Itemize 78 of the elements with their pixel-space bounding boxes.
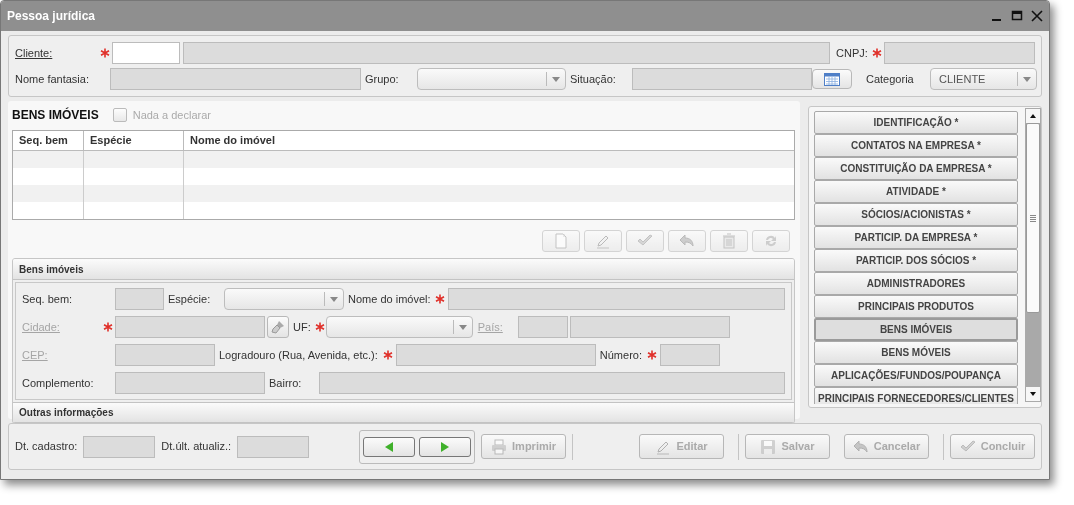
printer-icon: [491, 438, 508, 455]
text-field[interactable]: [115, 344, 215, 366]
text-field[interactable]: [632, 68, 812, 90]
nav-button[interactable]: PARTICIP. DA EMPRESA *: [814, 226, 1018, 249]
section-header[interactable]: Bens imóveis: [13, 259, 794, 280]
nav-button[interactable]: BENS IMÓVEIS: [814, 318, 1018, 341]
scroll-up-icon[interactable]: [1026, 109, 1040, 123]
field-label: Dt. cadastro:: [15, 439, 78, 455]
nav-button[interactable]: PARTICIP. DOS SÓCIOS *: [814, 249, 1018, 272]
trash-icon: [721, 233, 737, 249]
field-label: Número:: [599, 347, 642, 363]
nav-button[interactable]: CONTATOS NA EMPRESA *: [814, 134, 1018, 157]
close-icon[interactable]: [1031, 10, 1043, 22]
text-field[interactable]: [447, 288, 785, 310]
grip-icon: [1030, 214, 1036, 222]
field-label: UF:: [293, 319, 311, 335]
field-label: Nome fantasia:: [15, 71, 90, 87]
new-document-icon: [553, 233, 569, 249]
calendar-icon: [824, 72, 840, 86]
next-button[interactable]: [419, 436, 472, 457]
field-label: Espécie:: [168, 291, 212, 307]
nav-button[interactable]: ADMINISTRADORES: [814, 272, 1018, 295]
field-label: Dt.últ. atualiz.:: [161, 439, 232, 455]
nav-button[interactable]: ATIVIDADE *: [814, 180, 1018, 203]
nav-button[interactable]: APLICAÇÕES/FUNDOS/POUPANÇA: [814, 364, 1018, 387]
text-field[interactable]: [110, 68, 361, 90]
text-field[interactable]: [517, 316, 568, 338]
column-header[interactable]: Seq. bem: [13, 131, 84, 151]
text-field[interactable]: [115, 316, 265, 338]
field-label[interactable]: Cliente:: [15, 44, 100, 62]
nav-button[interactable]: PRINCIPAIS FORNECEDORES/CLIENTES: [814, 387, 1018, 404]
field-label: Nome do imóvel:: [348, 291, 431, 307]
text-field[interactable]: [883, 42, 1035, 64]
text-field[interactable]: [115, 372, 265, 394]
field-label: Logradouro (Rua, Avenida, etc.):: [219, 347, 378, 363]
text-field[interactable]: [115, 288, 164, 310]
section-header[interactable]: Outras informações: [13, 402, 794, 423]
text-field[interactable]: [112, 42, 180, 64]
field-label: Seq. bem:: [22, 291, 74, 307]
field-label: Bairro:: [269, 375, 303, 391]
field-label: Situação:: [570, 71, 617, 87]
scrollbar[interactable]: [1025, 108, 1041, 402]
field-label: Grupo:: [365, 71, 400, 87]
scroll-down-icon[interactable]: [1026, 387, 1040, 401]
scroll-thumb[interactable]: [1026, 123, 1040, 313]
calendar-button[interactable]: [812, 69, 852, 89]
text-field[interactable]: [183, 42, 830, 64]
field-label: Categoria: [866, 71, 915, 87]
text-field[interactable]: [569, 316, 730, 338]
text-field[interactable]: [319, 372, 785, 394]
maximize-icon[interactable]: [1011, 10, 1023, 22]
text-field[interactable]: [660, 344, 720, 366]
column-header[interactable]: Espécie: [84, 131, 184, 151]
brush-icon: [271, 320, 285, 334]
text-field[interactable]: [83, 435, 156, 458]
nav-button[interactable]: SÓCIOS/ACIONISTAS *: [814, 203, 1018, 226]
section-title: BENS IMÓVEIS: [12, 106, 99, 124]
text-field[interactable]: [395, 344, 596, 366]
refresh-icon: [763, 233, 779, 249]
dropdown[interactable]: [325, 316, 473, 338]
nav-button[interactable]: CONSTITUIÇÃO DA EMPRESA *: [814, 157, 1018, 180]
checkbox-label: Nada a declarar: [132, 107, 211, 123]
nav-button[interactable]: IDENTIFICAÇÃO *: [814, 111, 1018, 134]
nav-button[interactable]: PRINCIPAIS PRODUTOS: [814, 295, 1018, 318]
window-title: Pessoa jurídica: [7, 8, 96, 25]
nav-button[interactable]: BENS MÓVEIS: [814, 341, 1018, 364]
left-arrow-icon: [383, 440, 396, 453]
pencil-icon: [595, 233, 611, 249]
text-field[interactable]: [237, 435, 310, 458]
undo-arrow-icon: [679, 233, 695, 249]
brush-button[interactable]: [267, 316, 289, 338]
previous-button[interactable]: [363, 436, 416, 457]
category-dropdown[interactable]: CLIENTE: [930, 68, 1037, 90]
dropdown[interactable]: [224, 288, 344, 310]
undo-arrow-icon: [852, 438, 869, 455]
field-label: CNPJ:: [836, 45, 868, 61]
dropdown[interactable]: [417, 68, 566, 90]
field-label: Complemento:: [22, 375, 95, 391]
